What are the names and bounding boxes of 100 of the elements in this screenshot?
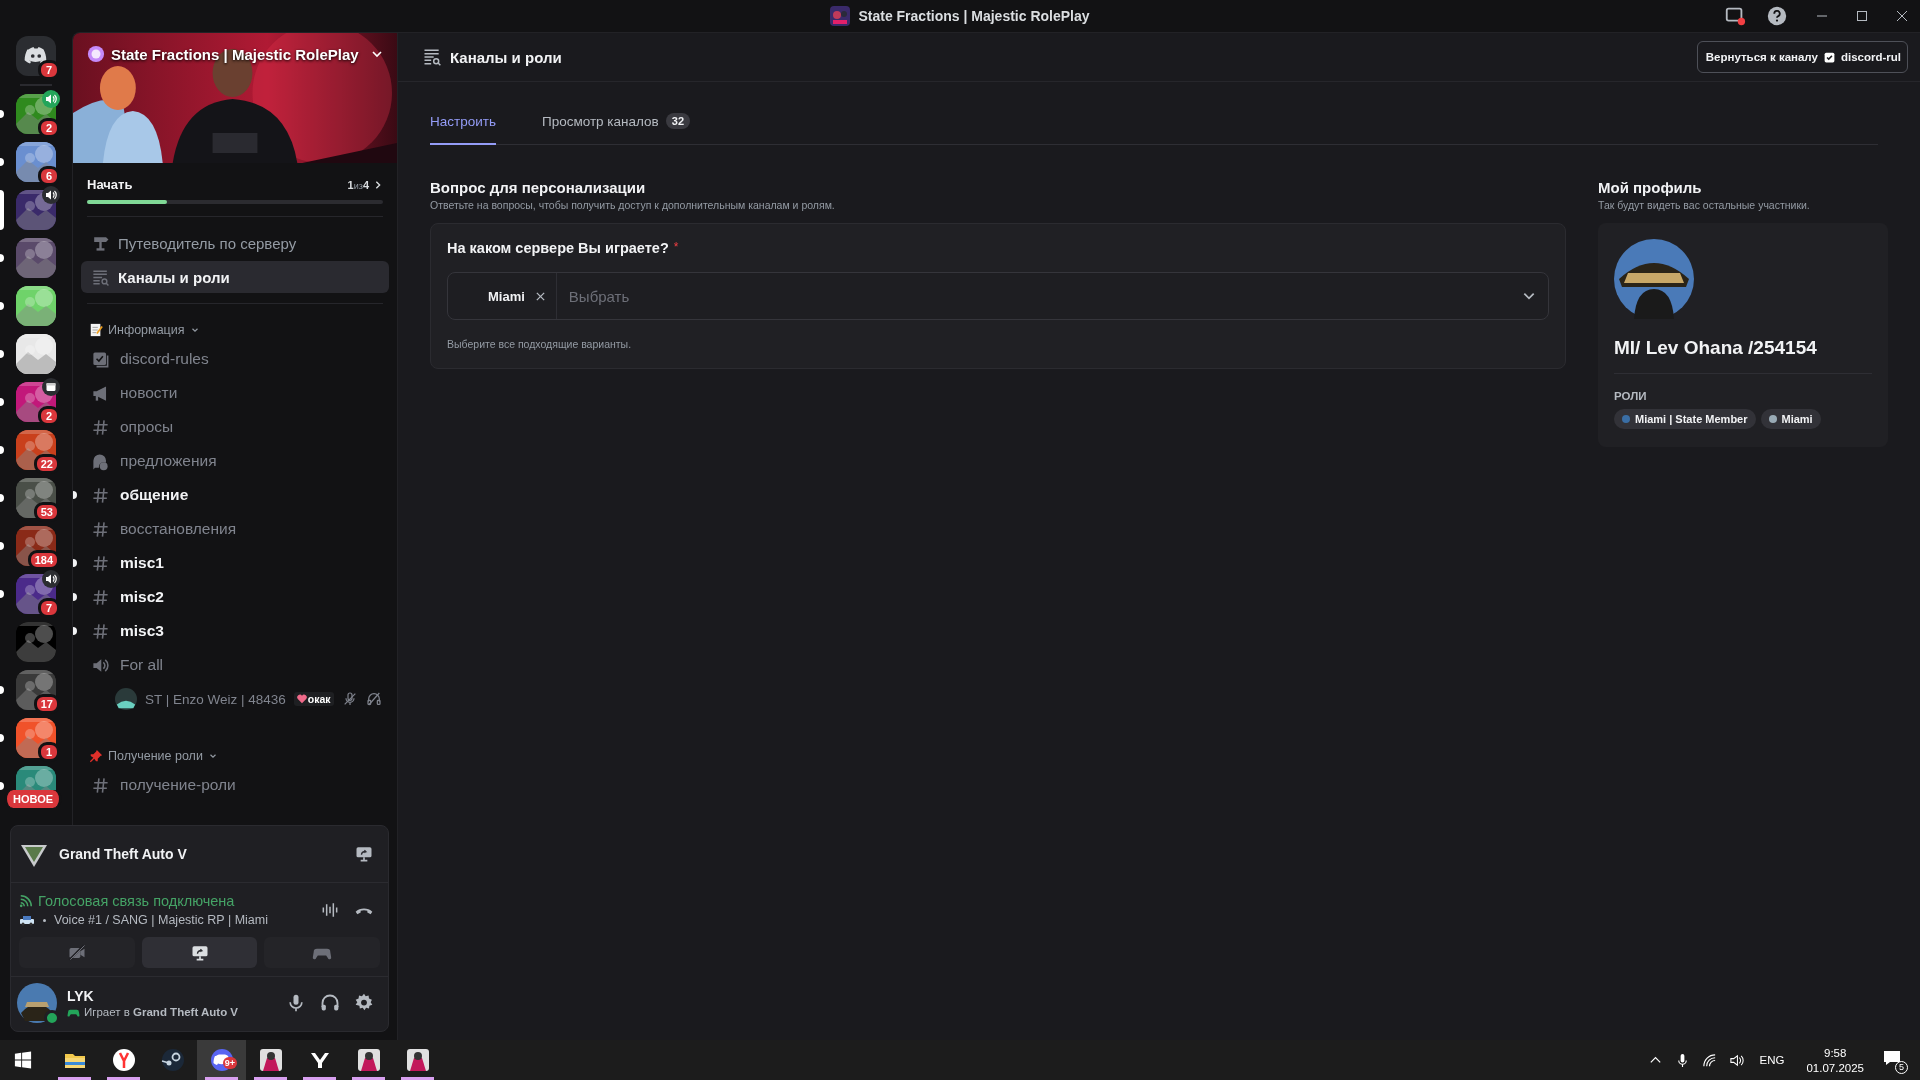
pin-icon [89,749,103,763]
car-icon [19,914,35,926]
username: LYK [67,987,95,1004]
channel-item[interactable]: misc3 [81,614,389,648]
chevron-down-icon [371,48,383,60]
hash-icon [91,485,110,505]
volume-icon[interactable] [1728,1052,1744,1068]
game-icon [258,1048,283,1072]
question-text: На каком сервере Вы играете? [447,240,669,256]
camera-off-icon [66,942,87,963]
language-indicator[interactable]: ENG [1759,1054,1785,1066]
wifi-icon[interactable] [1701,1052,1717,1068]
activity-button[interactable] [264,937,380,968]
settings-icon[interactable] [354,993,374,1013]
help-icon[interactable] [1766,5,1788,27]
chevron-right-icon[interactable] [373,179,383,190]
channel-item[interactable]: misc1 [81,546,389,580]
deafened-icon [365,691,382,707]
speaker-icon [42,570,60,588]
list-search-icon [422,47,442,67]
list-search-icon [91,267,110,287]
category-header[interactable]: Информация [89,320,397,340]
game-icon [405,1048,430,1072]
category-header[interactable]: Получение роли [89,746,397,766]
tag-label: окак [307,693,331,705]
window-title: State Fractions | Majestic RolePlay [858,8,1090,24]
hash-icon [91,775,110,795]
multi-select-field[interactable]: Miami Выбрать [447,272,1549,320]
speaker-icon [42,90,60,108]
soundwave-icon[interactable] [320,900,340,920]
hash-icon [91,417,110,437]
channel-item[interactable]: misc2 [81,580,389,614]
hash-icon [91,519,110,539]
notifications-icon[interactable] [1882,1048,1902,1068]
mention-badge: 184 [27,550,60,570]
channel-item[interactable]: предложения [81,444,389,478]
mention-badge: 2 [38,406,60,426]
display-name: MI/ Lev Ohana /254154 [1614,337,1818,359]
server-button[interactable] [16,766,56,790]
screen-share-icon[interactable] [354,844,374,864]
mention-badge: 53 [33,502,60,522]
heart-icon [296,694,307,704]
channel-item[interactable]: опросы [81,410,389,444]
role-tag: Miami [1760,409,1821,429]
back-to-channel-button[interactable]: Вернуться к каналу discord-rul [1696,41,1908,73]
member-name: ST | Enzo Weiz | 48436 [145,691,286,707]
tab[interactable]: Настроить [430,99,496,145]
mention-badge: 7 [38,598,60,618]
screen-button[interactable] [141,937,258,968]
clock[interactable]: 9:58 01.07.2025 [1806,1046,1864,1074]
count-badge: 32 [665,113,690,129]
server-button[interactable] [16,286,56,326]
selected-chip[interactable]: Miami [488,273,557,319]
remove-icon[interactable] [534,290,546,302]
nav-item[interactable]: Каналы и роли [81,261,389,293]
role-tag: Miami | State Member [1614,409,1756,429]
inbox-icon[interactable] [1724,5,1746,27]
channel-item[interactable]: новости [81,376,389,410]
voice-member[interactable]: ST | Enzo Weiz | 48436 окак [73,682,397,716]
server-name[interactable]: State Fractions | Majestic RolePlay [87,45,383,63]
mention-badge: 22 [33,454,60,474]
notification-count: 5 [1895,1061,1908,1074]
mention-badge: 2 [38,118,60,138]
game-icon [356,1048,381,1072]
globe-icon [87,45,105,63]
hash-icon [91,553,110,573]
avatar [115,688,137,710]
tab[interactable]: Просмотр каналов 32 [541,99,690,145]
step-counter: 1из4 [347,178,369,191]
taskbar-app[interactable]: 9+ [197,1040,246,1080]
channel-item[interactable]: восстановления [81,512,389,546]
hint-text: Выберите все подходящие варианты. [447,338,633,350]
onboarding-title[interactable]: Начать [87,177,344,192]
connection-status: Голосовая связь подключена [38,893,235,909]
mention-badge: 17 [33,694,60,714]
voice-channel-name[interactable]: Voice #1 / SANG | Majestic RP | Miami [54,913,268,927]
channel-item[interactable]: получение-роли [81,768,389,802]
mention-badge: 1 [38,742,60,762]
headphones-icon[interactable] [320,993,340,1013]
mention-badge: 6 [38,166,60,186]
section-title: Вопрос для персонализации [430,179,647,196]
nav-item[interactable]: Путеводитель по серверу [81,227,389,259]
maximize-icon[interactable] [1856,10,1868,22]
gaming-app-icon [160,1048,185,1072]
roles-label: РОЛИ [1614,390,1648,402]
page-title: Каналы и роли [450,48,562,66]
activity-name: Grand Theft Auto V [59,846,188,862]
microphone-icon[interactable] [286,993,306,1013]
server-button[interactable] [16,334,56,374]
channel-item[interactable]: discord-rules [81,342,389,376]
start-icon[interactable] [14,1051,32,1069]
hash-icon [91,621,110,641]
rules-icon [91,349,110,369]
channel-item[interactable]: общение [81,478,389,512]
close-icon[interactable] [1896,10,1908,22]
user-activity: Играет в Grand Theft Auto V [84,1006,239,1018]
camera-button[interactable] [19,937,135,968]
channel-item[interactable]: For all [81,648,389,682]
browser-icon [111,1048,136,1072]
avatar[interactable] [17,983,57,1023]
